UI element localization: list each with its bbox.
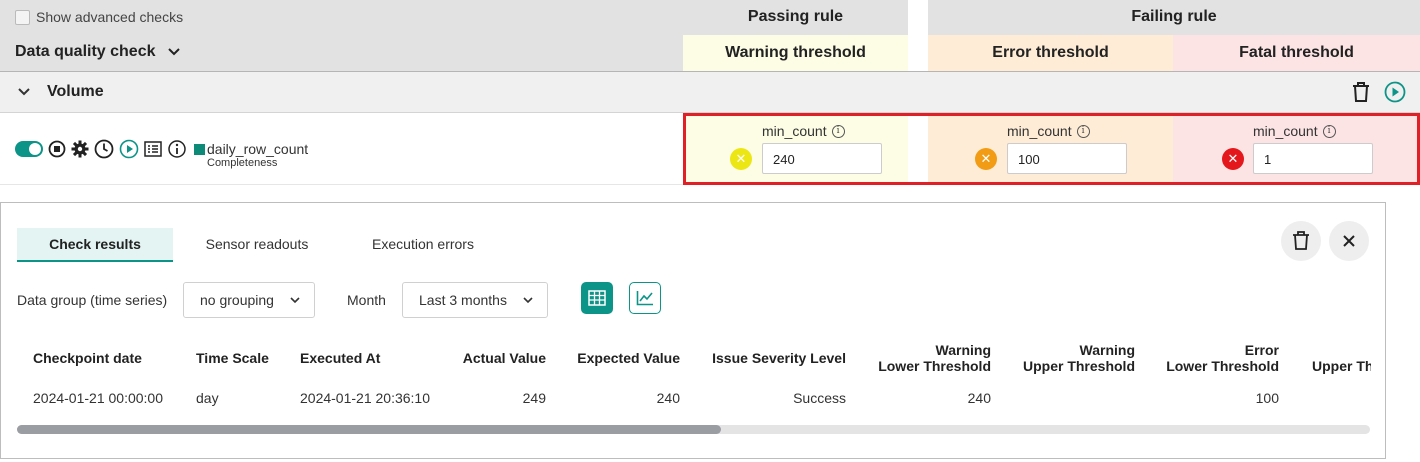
fatal-threshold-title: Fatal threshold xyxy=(1239,44,1354,61)
check-category: Completeness xyxy=(207,157,278,169)
chevron-down-icon xyxy=(290,296,300,303)
trash-icon xyxy=(1293,231,1309,250)
info-icon[interactable] xyxy=(167,139,187,159)
data-group-value: no grouping xyxy=(200,292,274,308)
results-table: Checkpoint date Time Scale Executed At A… xyxy=(1,333,1371,413)
error-threshold-title: Error threshold xyxy=(992,44,1109,61)
col-warning-lower-line1: Warning xyxy=(935,342,991,358)
table-view-button[interactable] xyxy=(581,282,613,314)
col-error-upper[interactable]: Upper Th xyxy=(1312,358,1371,374)
delete-results-button[interactable] xyxy=(1281,221,1321,261)
play-icon[interactable] xyxy=(1384,81,1406,103)
col-checkpoint-date[interactable]: Checkpoint date xyxy=(33,350,142,366)
chart-icon xyxy=(636,291,653,306)
toggle-icon[interactable] xyxy=(15,141,43,157)
cell-issue-severity: Success xyxy=(793,390,846,406)
warning-threshold-title: Warning threshold xyxy=(725,44,866,61)
chevron-down-icon[interactable] xyxy=(18,84,30,100)
data-group-select[interactable]: no grouping xyxy=(183,282,315,318)
col-warning-lower-line2: Lower Threshold xyxy=(878,358,991,374)
rules-header: Show advanced checks Data quality check … xyxy=(0,0,1420,72)
cell-actual-value: 249 xyxy=(522,390,546,406)
gear-icon[interactable] xyxy=(71,140,89,158)
tab-check-results[interactable]: Check results xyxy=(17,228,173,262)
col-warning-upper-line2: Upper Threshold xyxy=(1022,358,1135,374)
col-warning-upper[interactable]: Warning Upper Threshold xyxy=(995,342,1135,374)
horizontal-scrollbar-thumb[interactable] xyxy=(17,425,721,434)
play-icon[interactable] xyxy=(119,139,139,159)
failing-rule-title: Failing rule xyxy=(1131,8,1217,25)
chart-view-button[interactable] xyxy=(629,282,661,314)
check-actions xyxy=(15,139,205,159)
tab-sensor-readouts[interactable]: Sensor readouts xyxy=(187,228,327,262)
check-name: daily_row_count xyxy=(207,141,309,157)
check-group-row[interactable]: Volume xyxy=(0,72,1420,113)
stop-icon[interactable] xyxy=(48,140,66,158)
col-time-scale[interactable]: Time Scale xyxy=(196,350,269,366)
cell-checkpoint-date: 2024-01-21 00:00:00 xyxy=(33,390,163,406)
chevron-down-icon xyxy=(167,48,180,56)
col-expected-value[interactable]: Expected Value xyxy=(556,350,680,366)
col-error-lower-line1: Error xyxy=(1244,342,1279,358)
advanced-checks-label: Show advanced checks xyxy=(36,9,184,25)
data-quality-check-label: Data quality check xyxy=(15,43,156,60)
close-icon xyxy=(1343,235,1355,247)
advanced-checks-toggle[interactable]: Show advanced checks xyxy=(15,9,183,25)
checkbox-icon[interactable] xyxy=(15,9,30,25)
check-results-panel: Check results Sensor readouts Execution … xyxy=(0,202,1386,459)
group-label: Volume xyxy=(47,83,104,100)
passing-rule-title: Passing rule xyxy=(747,8,844,25)
col-warning-lower[interactable]: Warning Lower Threshold xyxy=(851,342,991,374)
cell-expected-value: 240 xyxy=(656,390,680,406)
cell-time-scale: day xyxy=(196,390,219,406)
col-error-lower[interactable]: Error Lower Threshold xyxy=(1139,342,1279,374)
trash-icon[interactable] xyxy=(1351,81,1371,103)
col-error-lower-line2: Lower Threshold xyxy=(1166,358,1279,374)
cell-error-lower: 100 xyxy=(1255,390,1279,406)
chevron-down-icon xyxy=(523,296,533,303)
col-issue-severity[interactable]: Issue Severity Level xyxy=(691,350,846,366)
month-select[interactable]: Last 3 months xyxy=(402,282,548,318)
data-group-label: Data group (time series) xyxy=(17,292,168,308)
status-square xyxy=(194,143,205,155)
data-quality-check-dropdown[interactable]: Data quality check xyxy=(15,43,180,61)
list-icon[interactable] xyxy=(144,141,162,157)
close-panel-button[interactable] xyxy=(1329,221,1369,261)
table-icon xyxy=(588,290,606,306)
highlight-box xyxy=(683,113,1420,185)
col-warning-upper-line1: Warning xyxy=(1079,342,1135,358)
month-value: Last 3 months xyxy=(419,292,507,308)
month-label: Month xyxy=(347,292,386,308)
cell-warning-lower: 240 xyxy=(967,390,991,406)
clock-icon[interactable] xyxy=(94,139,114,159)
col-executed-at[interactable]: Executed At xyxy=(300,350,380,366)
tab-execution-errors[interactable]: Execution errors xyxy=(353,228,493,262)
cell-executed-at: 2024-01-21 20:36:10 xyxy=(300,390,430,406)
col-actual-value[interactable]: Actual Value xyxy=(421,350,546,366)
